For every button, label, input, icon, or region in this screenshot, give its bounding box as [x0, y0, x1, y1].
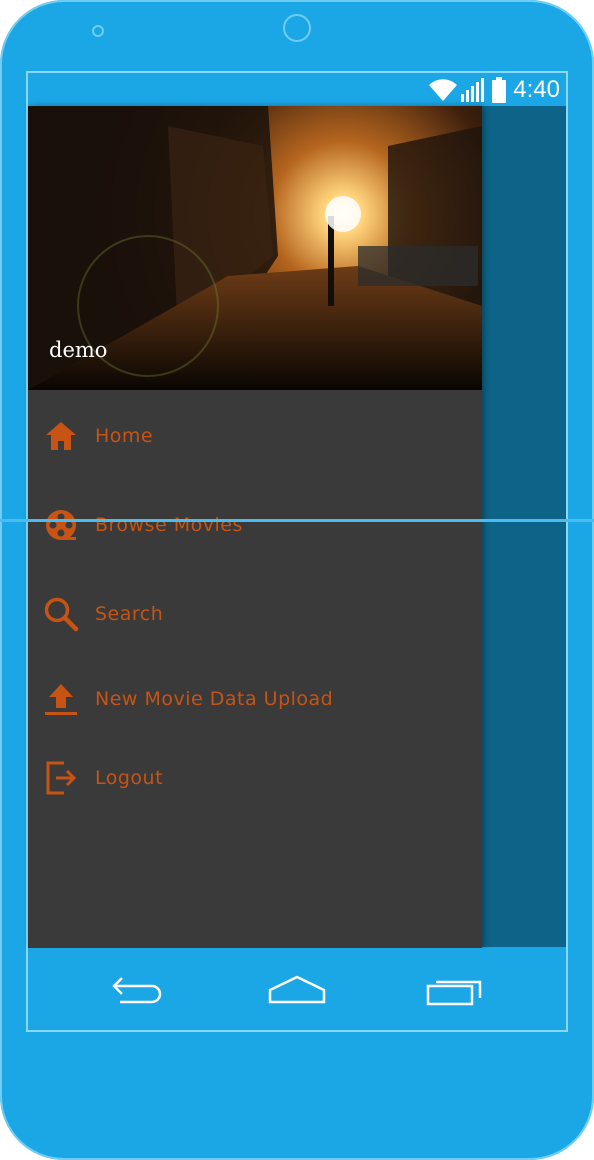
logout-icon: [43, 760, 79, 796]
menu-item-label: Home: [95, 425, 154, 447]
earpiece: [283, 14, 311, 42]
home-nav-icon: [268, 975, 326, 1004]
menu-item-logout[interactable]: Logout: [28, 748, 482, 808]
navigation-drawer: demo Home Browse Movies Search New Movie…: [28, 106, 482, 948]
back-button[interactable]: [110, 974, 170, 1010]
menu-item-label: Logout: [95, 767, 164, 789]
menu-item-label: New Movie Data Upload: [95, 688, 334, 710]
film-reel-icon: [43, 507, 79, 543]
menu-item-label: Browse Movies: [95, 514, 243, 536]
drawer-header: demo: [28, 106, 482, 390]
home-button[interactable]: [268, 974, 328, 1010]
upload-icon: [43, 681, 79, 717]
battery-icon: [492, 77, 507, 103]
menu-item-home[interactable]: Home: [28, 406, 482, 466]
guide-line: [0, 519, 594, 522]
menu-item-label: Search: [95, 603, 164, 625]
header-username: demo: [49, 338, 108, 362]
recents-button[interactable]: [426, 974, 486, 1010]
recents-icon: [426, 980, 482, 1006]
menu-item-new-movie-data-upload[interactable]: New Movie Data Upload: [28, 669, 482, 729]
navigation-bar: [28, 948, 566, 1030]
signal-icon: [461, 78, 485, 102]
status-bar: 4:40: [28, 73, 566, 106]
menu-item-search[interactable]: Search: [28, 584, 482, 644]
home-icon: [43, 418, 79, 454]
wifi-icon: [429, 79, 458, 101]
search-icon: [43, 596, 79, 632]
back-icon: [112, 977, 162, 1004]
menu-item-browse-movies[interactable]: Browse Movies: [28, 495, 482, 555]
status-icons: 4:40: [427, 75, 560, 105]
front-camera: [92, 25, 104, 37]
status-time: 4:40: [513, 76, 560, 103]
